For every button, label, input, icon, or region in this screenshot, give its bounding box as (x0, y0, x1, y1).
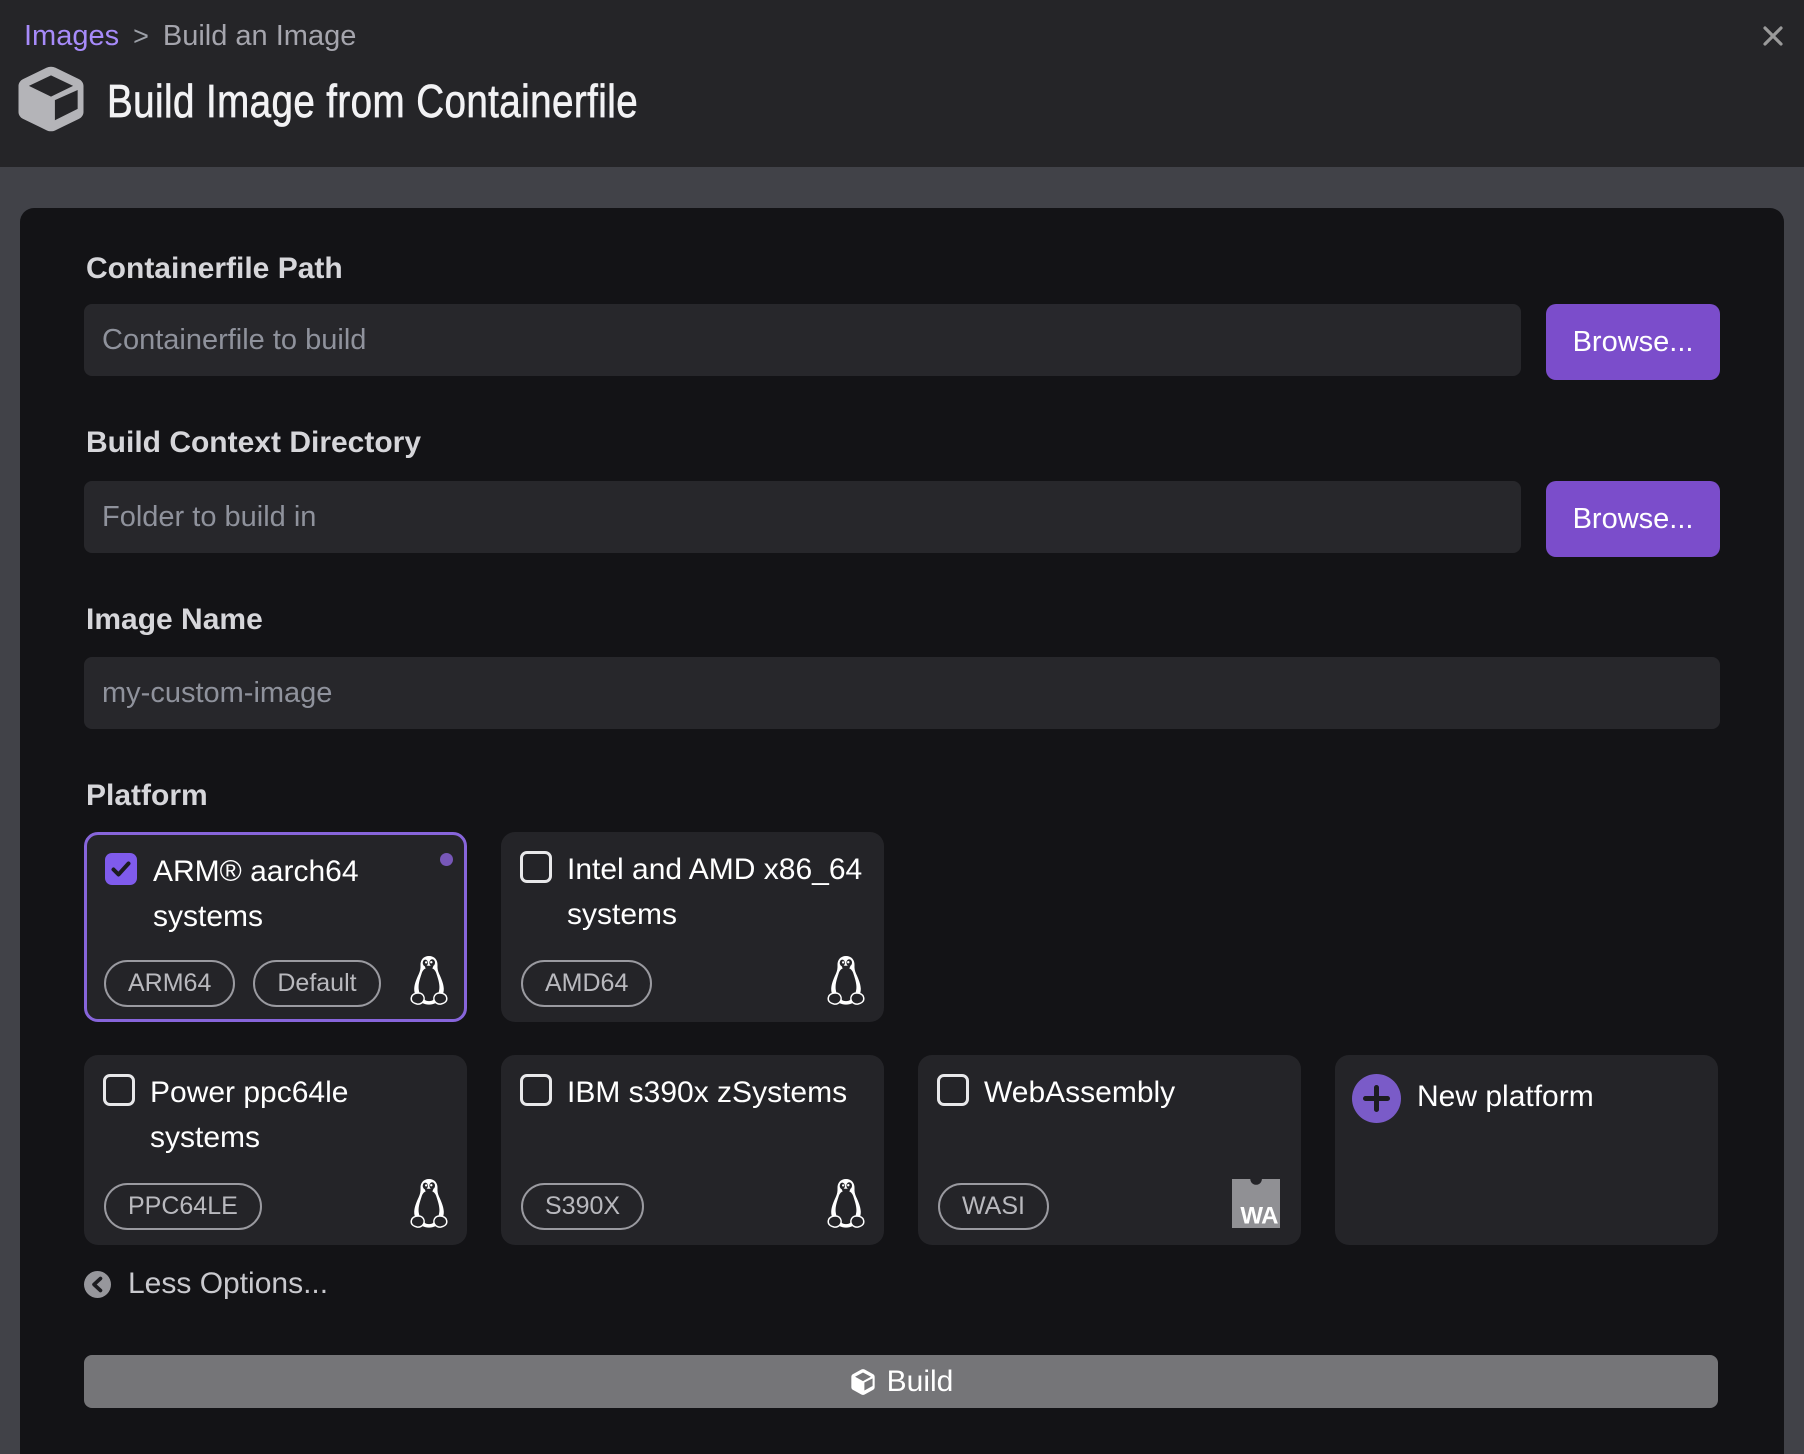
svg-text:WA: WA (1240, 1203, 1278, 1229)
